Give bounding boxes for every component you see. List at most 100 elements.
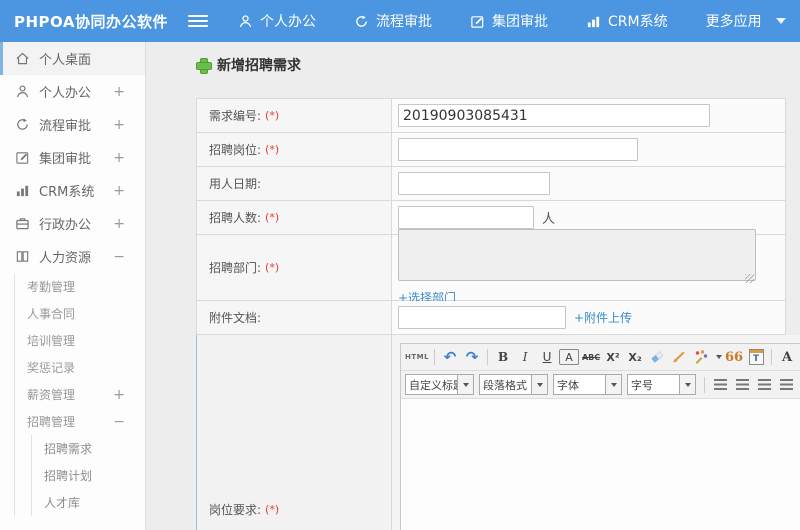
color-palette-icon[interactable]: [691, 347, 711, 367]
demand-no-input[interactable]: [398, 104, 710, 127]
hamburger-menu-icon[interactable]: [188, 15, 208, 27]
topnav-workflow-approval[interactable]: 流程审批: [354, 11, 432, 31]
sidebar-item-talent-pool[interactable]: 人才库: [32, 489, 145, 516]
redo-button[interactable]: ↷: [462, 347, 482, 367]
align-center-icon[interactable]: [732, 375, 752, 395]
form-row-hire-date: 用人日期:: [197, 167, 785, 201]
attachment-input[interactable]: [398, 306, 566, 329]
topnav-personal-office[interactable]: 个人办公: [238, 11, 316, 31]
topnav-crm-system[interactable]: CRM系统: [586, 11, 668, 31]
sidebar-item-reward-punishment[interactable]: 奖惩记录: [15, 354, 145, 381]
department-textarea[interactable]: [398, 229, 756, 281]
expand-plus-icon[interactable]: +: [113, 387, 125, 403]
font-color-button[interactable]: A: [559, 349, 580, 365]
sidebar-item-workflow-approval[interactable]: 流程审批 +: [0, 108, 145, 141]
sidebar-item-recruit-plan[interactable]: 招聘计划: [32, 462, 145, 489]
field-label: 招聘人数: (*): [197, 201, 392, 234]
align-right-icon[interactable]: [754, 375, 774, 395]
paragraph-format-select[interactable]: 段落格式: [479, 374, 548, 395]
upload-attachment-link[interactable]: +附件上传: [574, 309, 632, 326]
expand-plus-icon[interactable]: +: [113, 150, 125, 166]
sidebar-item-crm-system[interactable]: CRM系统 +: [0, 174, 145, 207]
chevron-down-icon[interactable]: [679, 375, 695, 394]
form-row-demand-no: 需求编号: (*): [197, 99, 785, 133]
expand-plus-icon[interactable]: +: [113, 84, 125, 100]
page-title-row: 新增招聘需求: [196, 54, 800, 76]
font-family-select[interactable]: 字体: [553, 374, 622, 395]
expand-plus-icon[interactable]: +: [113, 117, 125, 133]
add-plus-icon: [196, 58, 212, 74]
strikethrough-button[interactable]: ABC: [581, 347, 601, 367]
font-family-button[interactable]: A: [777, 347, 797, 367]
field-label: 岗位要求: (*): [197, 335, 392, 530]
chevron-down-icon[interactable]: [457, 375, 473, 394]
chevron-down-icon[interactable]: [716, 355, 723, 359]
align-left-icon[interactable]: [710, 375, 730, 395]
paste-table-icon[interactable]: T: [746, 347, 766, 367]
sidebar-item-label: 奖惩记录: [27, 361, 76, 375]
italic-button[interactable]: I: [515, 347, 535, 367]
align-justify-icon[interactable]: [776, 375, 796, 395]
chevron-down-icon[interactable]: [531, 375, 547, 394]
sidebar-item-personal-desktop[interactable]: 个人桌面: [0, 42, 145, 75]
hire-date-input[interactable]: [398, 172, 550, 195]
field-label: 需求编号: (*): [197, 99, 392, 132]
briefcase-icon: [15, 216, 39, 231]
headcount-input[interactable]: [398, 206, 534, 229]
topnav-label: CRM系统: [608, 14, 668, 30]
resize-grip-icon[interactable]: [745, 274, 754, 283]
collapse-minus-icon[interactable]: −: [113, 249, 125, 265]
page-title: 新增招聘需求: [217, 58, 301, 74]
sidebar-item-human-resources[interactable]: 人力资源 −: [0, 240, 145, 273]
bar-chart-icon: [586, 14, 601, 29]
bar-chart-icon: [15, 183, 39, 198]
subscript-button[interactable]: X₂: [625, 347, 645, 367]
sidebar-item-personal-office[interactable]: 个人办公 +: [0, 75, 145, 108]
field-value-cell: [392, 99, 785, 132]
user-icon: [15, 84, 39, 99]
unit-label: 人: [542, 212, 556, 227]
sidebar-item-label: 流程审批: [39, 119, 92, 134]
form-row-attachment: 附件文档: +附件上传: [197, 301, 785, 335]
recruit-demand-form: 需求编号: (*) 招聘岗位: (*) 用人日期:: [196, 98, 800, 530]
form-row-position: 招聘岗位: (*): [197, 133, 785, 167]
custom-heading-select[interactable]: 自定义标题: [405, 374, 474, 395]
expand-plus-icon[interactable]: +: [113, 216, 125, 232]
sidebar: 个人桌面 个人办公 + 流程审批 + 集团审批 + CRM系统 + 行政办公 +: [0, 42, 146, 530]
sidebar-item-label: 招聘管理: [27, 415, 76, 429]
chevron-down-icon[interactable]: [775, 18, 786, 24]
topnav-more-apps[interactable]: 更多应用: [706, 11, 762, 31]
format-brush-icon[interactable]: [669, 347, 689, 367]
underline-button[interactable]: U: [537, 347, 557, 367]
field-label: 用人日期:: [197, 167, 392, 200]
sidebar-item-hr-contract[interactable]: 人事合同: [15, 300, 145, 327]
sidebar-item-label: 人事合同: [27, 307, 76, 321]
sidebar-item-label: 招聘计划: [44, 469, 93, 483]
topnav-label: 集团审批: [492, 14, 548, 30]
sidebar-item-attendance-mgmt[interactable]: 考勤管理: [15, 273, 145, 300]
sidebar-item-group-approval[interactable]: 集团审批 +: [0, 141, 145, 174]
sidebar-item-salary-mgmt[interactable]: 薪资管理 +: [15, 381, 145, 408]
position-input[interactable]: [398, 138, 638, 161]
toolbar-separator: [434, 349, 436, 365]
required-mark: (*): [265, 261, 280, 274]
collapse-minus-icon[interactable]: −: [113, 414, 125, 430]
sidebar-item-recruit-mgmt[interactable]: 招聘管理 −: [15, 408, 145, 435]
bold-button[interactable]: B: [493, 347, 513, 367]
expand-plus-icon[interactable]: +: [113, 183, 125, 199]
font-size-select[interactable]: 字号: [627, 374, 696, 395]
toolbar-separator: [704, 376, 705, 393]
html-source-button[interactable]: HTML: [405, 347, 429, 367]
topnav-group-approval[interactable]: 集团审批: [470, 11, 548, 31]
sidebar-item-training-mgmt[interactable]: 培训管理: [15, 327, 145, 354]
eraser-icon[interactable]: [647, 347, 667, 367]
chevron-down-icon[interactable]: [605, 375, 621, 394]
superscript-button[interactable]: X²: [603, 347, 623, 367]
blockquote-button[interactable]: 66: [724, 347, 744, 367]
sidebar-submenu-hr: 考勤管理 人事合同 培训管理 奖惩记录 薪资管理 + 招聘管理 − 招聘需求 招聘计…: [14, 273, 145, 516]
form-row-department: 招聘部门: (*) +选择部门: [197, 229, 785, 305]
sidebar-item-recruit-demand[interactable]: 招聘需求: [32, 435, 145, 462]
sidebar-item-admin-office[interactable]: 行政办公 +: [0, 207, 145, 240]
editor-content-area[interactable]: [401, 399, 800, 530]
undo-button[interactable]: ↶: [440, 347, 460, 367]
